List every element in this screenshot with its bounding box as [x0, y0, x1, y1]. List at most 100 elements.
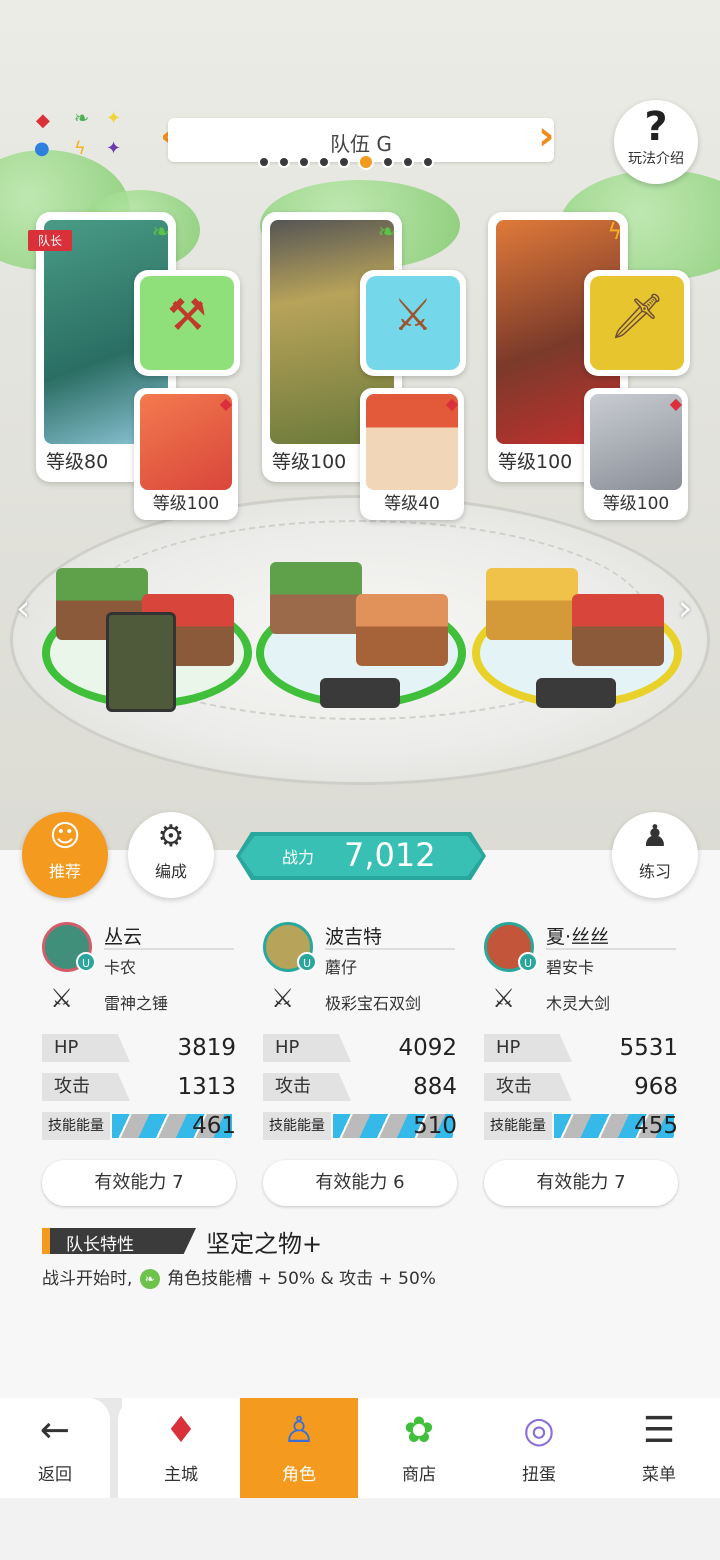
pedestal-1[interactable]	[42, 528, 252, 718]
bottom-nav: ← 返回 ♦ 主城 ♙ 角色 ✿ 商店 ◎ 扭蛋 ☰ 菜单	[0, 1398, 720, 1498]
page-dot[interactable]	[278, 156, 290, 168]
sub-character-2[interactable]: ◆ 等级40	[360, 388, 464, 520]
atk-value: 1313	[177, 1074, 236, 1100]
tab-town[interactable]: ♦ 主城	[122, 1398, 240, 1498]
practice-button[interactable]: ♟ 练习	[612, 812, 698, 898]
hp-label: HP	[484, 1034, 572, 1062]
weapon-base	[536, 678, 616, 708]
weapon-slot-3[interactable]: 🗡	[584, 270, 690, 376]
page-dot[interactable]	[338, 156, 350, 168]
accent-bar	[42, 1228, 50, 1254]
unit-badge: U	[297, 952, 317, 972]
power-label: 战力	[282, 848, 315, 867]
page-dot[interactable]	[422, 156, 434, 168]
page-dot-active[interactable]	[358, 154, 374, 170]
atk-label: 攻击	[484, 1073, 572, 1101]
weapon-slot-2[interactable]: ⚔	[360, 270, 466, 376]
page-dot[interactable]	[382, 156, 394, 168]
weapon-icon: ⚔	[492, 984, 516, 1014]
weapon-slot-1[interactable]: ⚒	[134, 270, 240, 376]
atk-label: 攻击	[263, 1073, 351, 1101]
sub-member-name: 蘑仔	[325, 958, 358, 977]
weapon-name: 极彩宝石双剑	[325, 994, 422, 1013]
help-button[interactable]: ? 玩法介绍	[614, 100, 698, 184]
tab-shop[interactable]: ✿ 商店	[360, 1398, 478, 1498]
training-dummy-icon: ♟	[641, 819, 669, 854]
hp-value: 5531	[619, 1035, 678, 1061]
sub-level: 等级40	[384, 494, 440, 514]
tab-label: 商店	[402, 1465, 436, 1485]
trait-desc-prefix: 战斗开始时,	[42, 1269, 133, 1289]
sub-member-name: 碧安卡	[546, 958, 595, 977]
sub-level: 等级100	[602, 494, 670, 514]
leaf-icon: ❧	[74, 108, 90, 129]
team-page-dots[interactable]	[258, 154, 434, 170]
tab-label: 主城	[164, 1465, 198, 1485]
weapon-name: 雷神之锤	[104, 994, 169, 1013]
page-dot[interactable]	[258, 156, 270, 168]
page-dot[interactable]	[298, 156, 310, 168]
character-level: 等级80	[44, 447, 111, 474]
trait-desc-suffix: 角色技能槽 + 50% & 攻击 + 50%	[167, 1269, 436, 1289]
tab-characters[interactable]: ♙ 角色	[240, 1398, 358, 1498]
sub-level: 等级100	[152, 494, 220, 514]
energy-row: 技能能量 461	[42, 1112, 236, 1140]
recommend-icon: ☺	[49, 819, 81, 854]
question-icon: ?	[644, 104, 668, 150]
leader-trait-name: 坚定之物+	[206, 1230, 323, 1258]
page-dot[interactable]	[318, 156, 330, 168]
formation-button[interactable]: ⚙ 编成	[128, 812, 214, 898]
hammer-icon: ⚒	[167, 290, 207, 341]
hp-label: HP	[263, 1034, 351, 1062]
divider	[104, 948, 234, 950]
recommend-button[interactable]: ☺ 推荐	[22, 812, 108, 898]
page-dot[interactable]	[402, 156, 414, 168]
leader-tag: 队长	[28, 230, 73, 251]
pedestal-2[interactable]	[256, 528, 466, 718]
tab-menu[interactable]: ☰ 菜单	[600, 1398, 718, 1498]
character-block	[270, 562, 362, 634]
character-block	[486, 568, 578, 640]
leaf-element-icon: ❧	[151, 220, 170, 245]
menu-icon: ☰	[642, 1410, 676, 1451]
sub-portrait	[366, 394, 458, 490]
effective-ability-button[interactable]: 有效能力 7	[42, 1160, 236, 1206]
tab-gacha[interactable]: ◎ 扭蛋	[480, 1398, 598, 1498]
scene-right-arrow[interactable]: ›	[678, 588, 692, 629]
diamond-element-icon: ◆	[669, 394, 682, 413]
energy-label: 技能能量	[263, 1112, 331, 1140]
town-icon: ♦	[164, 1410, 198, 1451]
next-team-button[interactable]: ›	[538, 114, 562, 162]
sub-character-3[interactable]: ◆ 等级100	[584, 388, 688, 520]
element-chart[interactable]: ◆ ❧ ✦ ● ϟ ✦	[34, 108, 134, 168]
hp-row: HP 5531	[484, 1034, 678, 1062]
energy-row: 技能能量 510	[263, 1112, 457, 1140]
weapon-icon: ⚔	[271, 984, 295, 1014]
tab-label: 菜单	[642, 1465, 676, 1485]
sub-portrait	[140, 394, 232, 490]
power-value: 7,012	[344, 836, 436, 874]
character-icon: ♙	[282, 1410, 316, 1451]
energy-value: 455	[634, 1113, 678, 1139]
atk-value: 884	[413, 1074, 457, 1100]
weapon-base	[320, 678, 400, 708]
hp-row: HP 4092	[263, 1034, 457, 1062]
pedestal-3[interactable]	[472, 528, 682, 718]
power-display: 战力 7,012	[236, 832, 486, 880]
effective-ability-button[interactable]: 有效能力 7	[484, 1160, 678, 1206]
scene-left-arrow[interactable]: ‹	[16, 588, 30, 629]
sub-character-1[interactable]: ◆ 等级100	[134, 388, 238, 520]
back-button[interactable]: ← 返回	[0, 1398, 110, 1498]
weapon-banner	[106, 612, 176, 712]
energy-label: 技能能量	[484, 1112, 552, 1140]
hp-row: HP 3819	[42, 1034, 236, 1062]
unit-badge: U	[76, 952, 96, 972]
leader-trait-label: 队长特性	[66, 1235, 134, 1255]
atk-row: 攻击 968	[484, 1073, 678, 1101]
crossed-swords-icon: ⚔	[393, 290, 433, 341]
tab-label: 扭蛋	[522, 1465, 556, 1485]
star-icon: ✦	[106, 108, 122, 129]
member-name: 丛云	[104, 926, 143, 948]
diamond-element-icon: ◆	[219, 394, 232, 413]
effective-ability-button[interactable]: 有效能力 6	[263, 1160, 457, 1206]
